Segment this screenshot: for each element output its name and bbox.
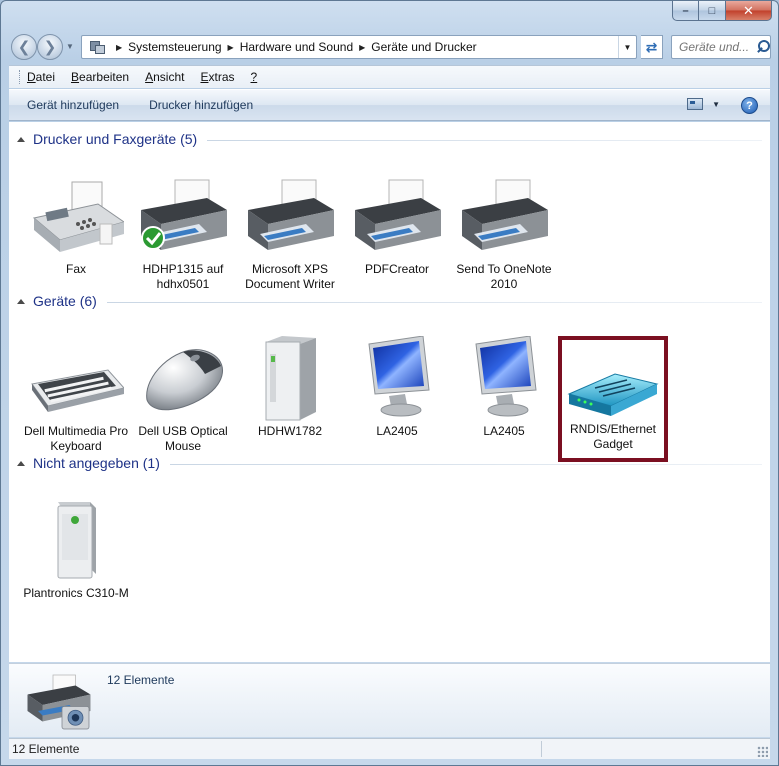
breadcrumb-separator-icon[interactable]: ▶ xyxy=(228,43,234,52)
monitor-icon xyxy=(475,336,537,417)
device-label: Plantronics C310-M xyxy=(23,586,129,600)
chevron-down-icon[interactable]: ▼ xyxy=(712,100,720,109)
device-label: LA2405 xyxy=(376,424,418,438)
search-icon[interactable] xyxy=(755,39,770,55)
breadcrumb-systemsteuerung[interactable]: Systemsteuerung xyxy=(128,40,221,54)
address-bar[interactable]: ▶ Systemsteuerung ▶ Hardware und Sound ▶… xyxy=(81,35,637,59)
refresh-button[interactable]: ⇄ xyxy=(641,35,663,59)
device-item-mouse[interactable]: Dell USB Optical Mouse xyxy=(130,336,236,460)
menu-bar: Datei Bearbeiten Ansicht Extras ? xyxy=(9,65,770,88)
device-item-plantronics[interactable]: Plantronics C310-M xyxy=(23,498,129,622)
status-item-count: 12 Elemente xyxy=(12,742,80,756)
group-header-printers[interactable]: Drucker und Faxgeräte (5) xyxy=(9,128,770,150)
search-input[interactable] xyxy=(677,39,755,55)
breadcrumb-separator-icon[interactable]: ▶ xyxy=(116,43,122,52)
maximize-button[interactable]: □ xyxy=(699,1,726,21)
network-adapter-icon xyxy=(567,373,659,416)
status-bar: 12 Elemente xyxy=(9,738,770,759)
command-bar: Gerät hinzufügen Drucker hinzufügen ▼ ? xyxy=(9,89,770,121)
collapse-icon[interactable] xyxy=(17,298,25,304)
back-button[interactable]: ❮ xyxy=(11,34,37,60)
group-title: Geräte (6) xyxy=(33,293,97,309)
device-label: Send To OneNote 2010 xyxy=(456,262,552,291)
caption-buttons: – □ ✕ xyxy=(672,1,772,22)
details-pane: 12 Elemente xyxy=(9,663,770,737)
device-label: LA2405 xyxy=(483,424,525,438)
resize-grip-icon[interactable] xyxy=(757,746,768,757)
printer-icon xyxy=(248,179,334,250)
device-label: HDHW1782 xyxy=(257,424,323,438)
address-row: ❮ ❯ ▼ ▶ Systemsteuerung ▶ Hardware und S… xyxy=(9,33,771,61)
device-item-send-to-onenote[interactable]: Send To OneNote 2010 xyxy=(451,174,557,298)
group-header-devices[interactable]: Geräte (6) xyxy=(9,290,770,312)
close-button[interactable]: ✕ xyxy=(726,1,772,21)
control-panel-icon xyxy=(88,39,106,55)
add-printer-button[interactable]: Drucker hinzufügen xyxy=(134,98,268,112)
menu-help[interactable]: ? xyxy=(251,70,258,84)
minimize-button[interactable]: – xyxy=(672,1,699,21)
group-title: Drucker und Faxgeräte (5) xyxy=(33,131,198,147)
menu-ansicht[interactable]: Ansicht xyxy=(145,70,184,84)
menu-extras[interactable]: Extras xyxy=(200,70,234,84)
device-list: Drucker und Faxgeräte (5) Fax HDHP1315 a… xyxy=(9,122,770,662)
address-history-dropdown[interactable]: ▼ xyxy=(618,36,636,58)
menu-grip xyxy=(19,70,21,84)
breadcrumb-separator-icon[interactable]: ▶ xyxy=(359,43,365,52)
device-item-fax[interactable]: Fax xyxy=(23,174,129,298)
device-item-pdfcreator[interactable]: PDFCreator xyxy=(344,174,450,298)
device-item-la2405-1[interactable]: LA2405 xyxy=(344,336,450,460)
device-item-keyboard[interactable]: Dell Multimedia Pro Keyboard xyxy=(23,336,129,460)
group-title: Nicht angegeben (1) xyxy=(33,455,160,471)
printer-default-icon xyxy=(141,179,227,250)
device-label: PDFCreator xyxy=(364,262,429,276)
forward-arrow-icon: ❯ xyxy=(43,39,57,56)
add-device-button[interactable]: Gerät hinzufügen xyxy=(9,98,134,112)
menu-bearbeiten[interactable]: Bearbeiten xyxy=(71,70,129,84)
collapse-icon[interactable] xyxy=(17,460,25,466)
device-label: Dell USB Optical Mouse xyxy=(138,424,228,453)
devices-and-printers-icon xyxy=(27,674,91,730)
device-item-hdhw1782[interactable]: HDHW1782 xyxy=(237,336,343,460)
keyboard-icon xyxy=(31,369,124,412)
device-label: Microsoft XPS Document Writer xyxy=(245,262,335,291)
recent-pages-dropdown[interactable]: ▼ xyxy=(66,42,74,51)
device-label: RNDIS/Ethernet Gadget xyxy=(569,422,657,451)
collapse-icon[interactable] xyxy=(17,136,25,142)
breadcrumb-hardware-und-sound[interactable]: Hardware und Sound xyxy=(240,40,353,54)
refresh-icon: ⇄ xyxy=(645,38,658,55)
speaker-device-icon xyxy=(57,502,96,579)
monitor-icon xyxy=(368,336,430,417)
details-item-count: 12 Elemente xyxy=(107,673,175,687)
fax-icon xyxy=(32,181,124,252)
printer-icon xyxy=(462,179,548,250)
help-icon[interactable]: ? xyxy=(741,97,758,114)
computer-tower-icon xyxy=(265,336,316,421)
change-view-button[interactable]: ▼ xyxy=(687,98,720,110)
group-header-unspecified[interactable]: Nicht angegeben (1) xyxy=(9,452,770,474)
device-label: Dell Multimedia Pro Keyboard xyxy=(23,424,129,453)
device-label: Fax xyxy=(65,262,86,276)
device-item-hdhp1315[interactable]: HDHP1315 auf hdhx0501 xyxy=(130,174,236,298)
menu-datei[interactable]: Datei xyxy=(27,70,55,84)
back-arrow-icon: ❮ xyxy=(17,39,31,56)
mouse-icon xyxy=(146,349,224,411)
view-icon xyxy=(687,98,704,110)
device-label: HDHP1315 auf hdhx0501 xyxy=(142,262,224,291)
device-item-microsoft-xps[interactable]: Microsoft XPS Document Writer xyxy=(237,174,343,298)
device-item-rndis-ethernet-gadget[interactable]: RNDIS/Ethernet Gadget xyxy=(558,336,668,462)
forward-button[interactable]: ❯ xyxy=(37,34,63,60)
explorer-window: – □ ✕ ❮ ❯ ▼ ▶ Systemsteuerung ▶ Hardware… xyxy=(0,0,779,766)
breadcrumb-geraete-und-drucker[interactable]: Geräte und Drucker xyxy=(371,40,476,54)
device-item-la2405-2[interactable]: LA2405 xyxy=(451,336,557,460)
search-box xyxy=(671,35,771,59)
printer-icon xyxy=(355,179,441,250)
